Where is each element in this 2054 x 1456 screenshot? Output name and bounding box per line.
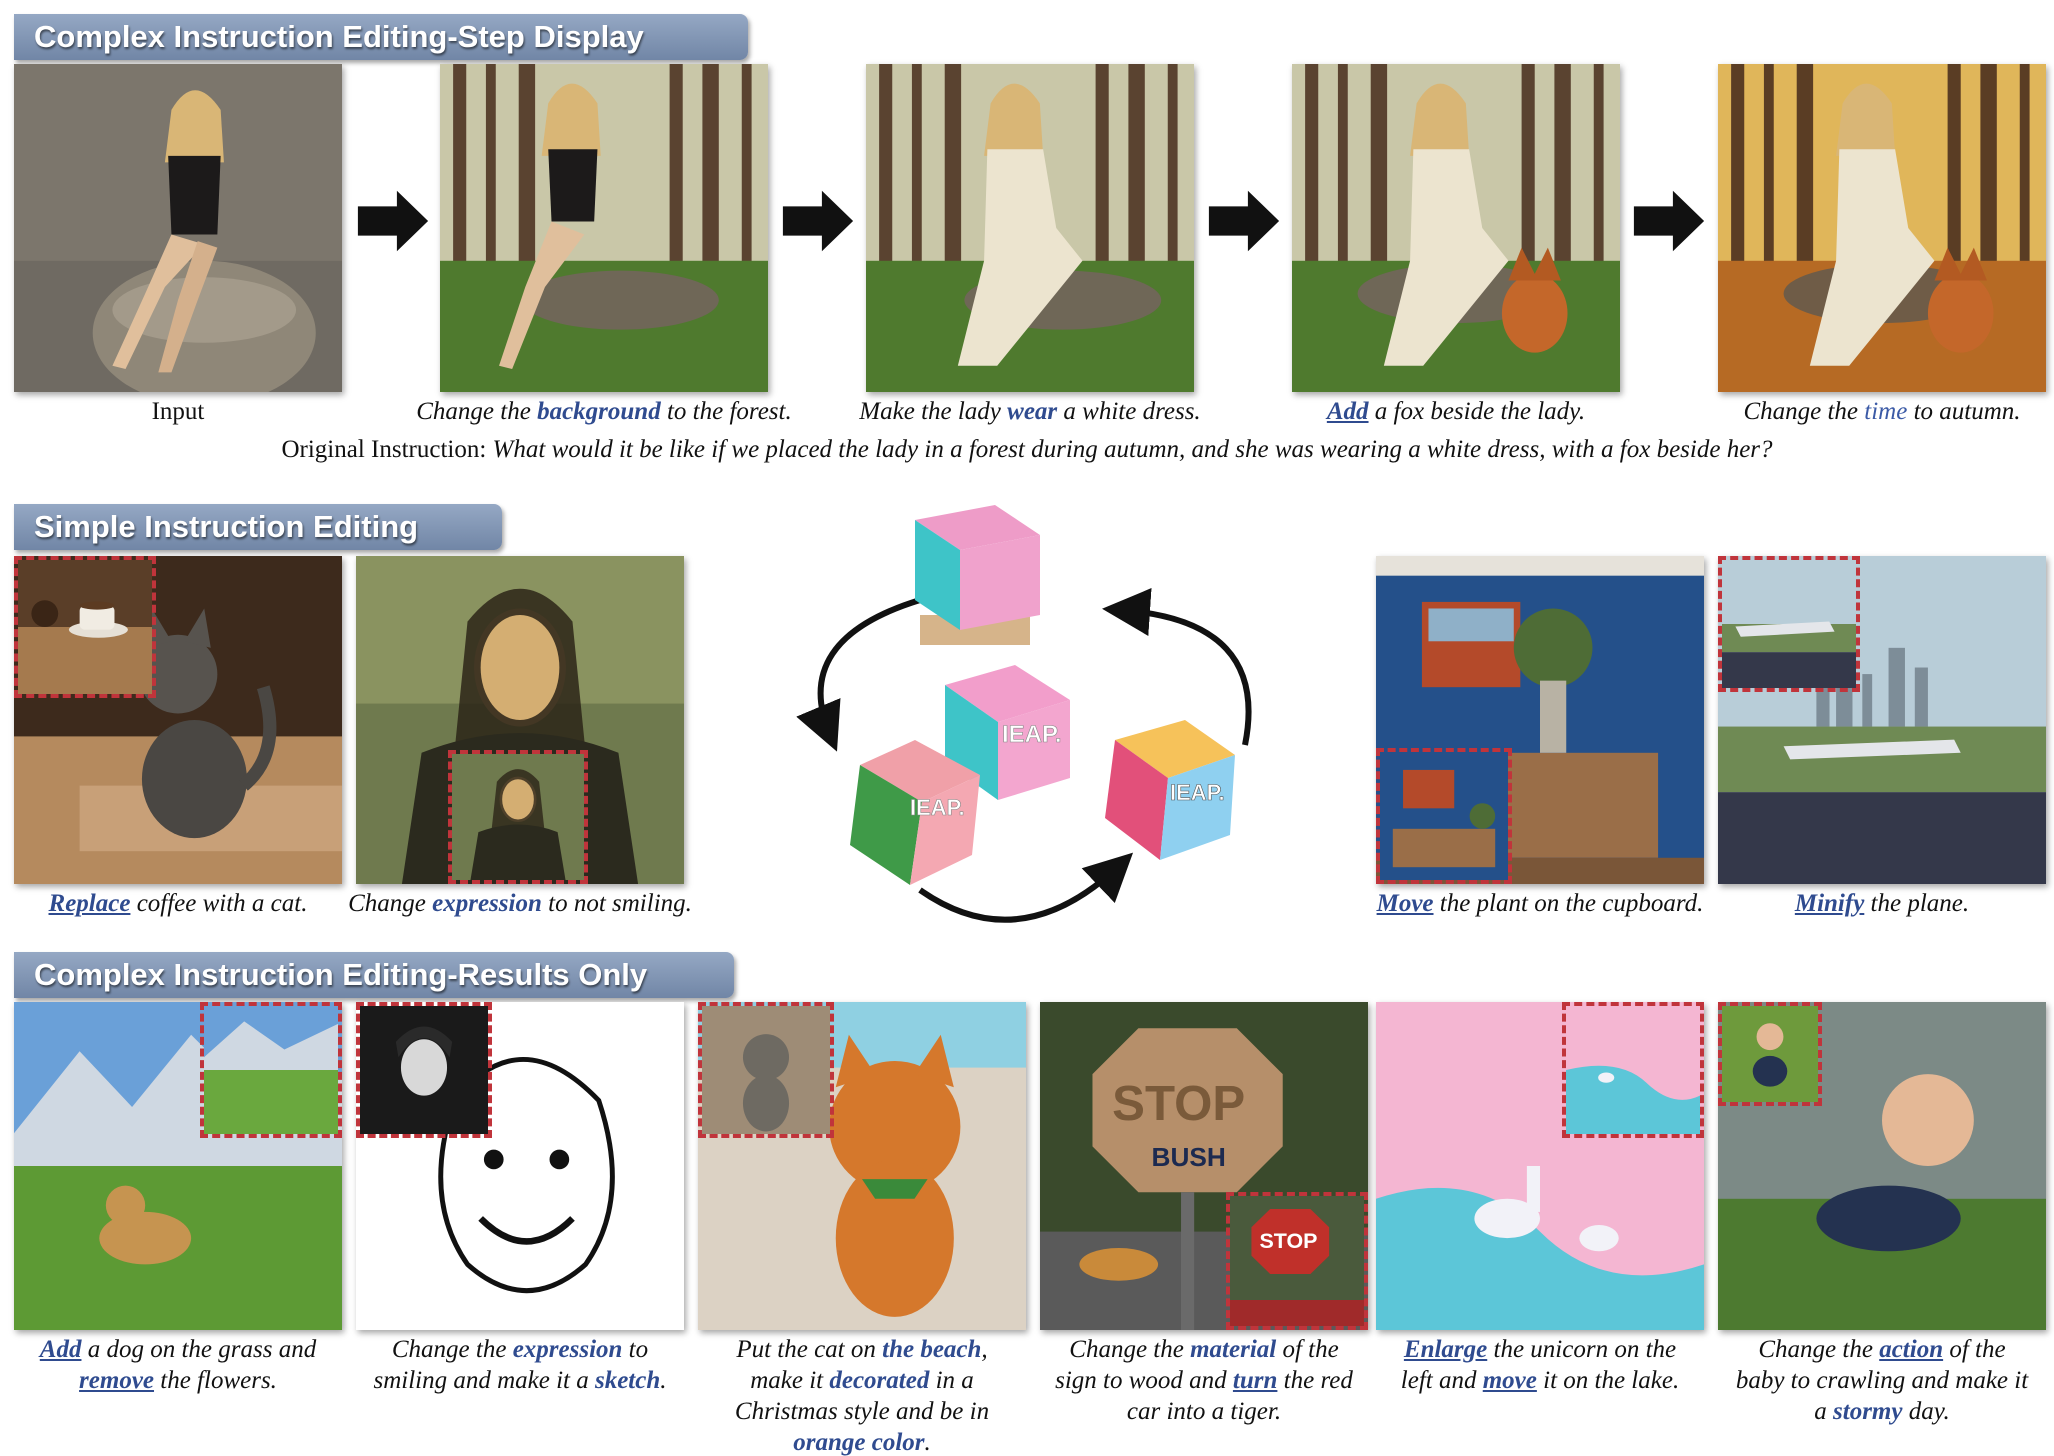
simple-image-cat	[14, 556, 342, 884]
inset-original-baby	[1718, 1002, 1822, 1106]
inset-original-room	[1376, 748, 1512, 884]
result-caption: Put the cat on the beach, make it decora…	[734, 1336, 990, 1456]
arrow-right-icon	[1630, 186, 1708, 256]
inset-original-mona-lisa	[448, 750, 588, 884]
inset-original-cat	[698, 1002, 834, 1138]
inset-original-unicorn	[1562, 1002, 1704, 1138]
inset-original-stop: STOP	[1226, 1192, 1368, 1330]
arrow-right-icon	[779, 186, 857, 256]
simple-caption: Change expression to not smiling.	[348, 890, 692, 917]
svg-text:BUSH: BUSH	[1152, 1142, 1226, 1172]
simple-caption: Move the plant on the cupboard.	[1376, 890, 1704, 917]
result-caption: Change the material of the sign to wood …	[1055, 1336, 1353, 1425]
cube-right: IEAP.	[1105, 720, 1235, 860]
step-image-fox	[1292, 64, 1620, 392]
result-image-baby	[1718, 1002, 2046, 1330]
step-caption: Change the time to autumn.	[1743, 398, 2021, 425]
ieap-cube-cycle-diagram: IEAP. IEAP. IEAP.	[740, 500, 1300, 945]
step-caption: Add a fox beside the lady.	[1326, 398, 1586, 425]
svg-text:IEAP.: IEAP.	[910, 795, 965, 820]
simple-image-room	[1376, 556, 1704, 884]
input-label: Input	[151, 398, 205, 425]
step-image-forest	[440, 64, 768, 392]
step-caption: Change the background to the forest.	[416, 398, 792, 425]
result-image-cat-beach	[698, 1002, 1026, 1330]
simple-caption: Minify the plane.	[1794, 890, 1970, 917]
section-banner-step-display: Complex Instruction Editing-Step Display	[14, 14, 748, 60]
inset-original-portrait	[356, 1002, 492, 1138]
result-image-sketch	[356, 1002, 684, 1330]
inset-original-coffee	[14, 556, 156, 698]
result-caption: Add a dog on the grass and remove the fl…	[39, 1336, 317, 1394]
cube-top	[915, 505, 1040, 645]
section-banner-simple: Simple Instruction Editing	[14, 504, 502, 550]
original-instruction: Original Instruction: What would it be l…	[281, 436, 1773, 463]
step-image-white-dress	[866, 64, 1194, 392]
result-image-dog	[14, 1002, 342, 1330]
svg-text:STOP: STOP	[1259, 1230, 1317, 1253]
arrow-right-icon	[1205, 186, 1283, 256]
section-banner-results-only: Complex Instruction Editing-Results Only	[14, 952, 734, 998]
result-caption: Change the expression to smiling and mak…	[373, 1336, 667, 1394]
result-caption: Change the action of the baby to crawlin…	[1735, 1336, 2029, 1425]
step-image-autumn	[1718, 64, 2046, 392]
inset-original-plane	[1718, 556, 1860, 692]
inset-original-meadow	[200, 1002, 342, 1138]
result-image-stop-sign: STOP BUSH STOP	[1040, 1002, 1368, 1330]
arrow-right-icon	[354, 186, 432, 256]
result-caption: Enlarge the unicorn on the left and move…	[1400, 1336, 1680, 1394]
input-image	[14, 64, 342, 392]
svg-text:IEAP.: IEAP.	[1170, 780, 1225, 805]
svg-text:IEAP.: IEAP.	[1002, 721, 1062, 748]
simple-image-mona-lisa	[356, 556, 684, 884]
simple-image-plane	[1718, 556, 2046, 884]
svg-text:STOP: STOP	[1112, 1076, 1245, 1131]
step-caption: Make the lady wear a white dress.	[859, 398, 1201, 425]
result-image-unicorn	[1376, 1002, 1704, 1330]
simple-caption: Replace coffee with a cat.	[48, 890, 308, 917]
